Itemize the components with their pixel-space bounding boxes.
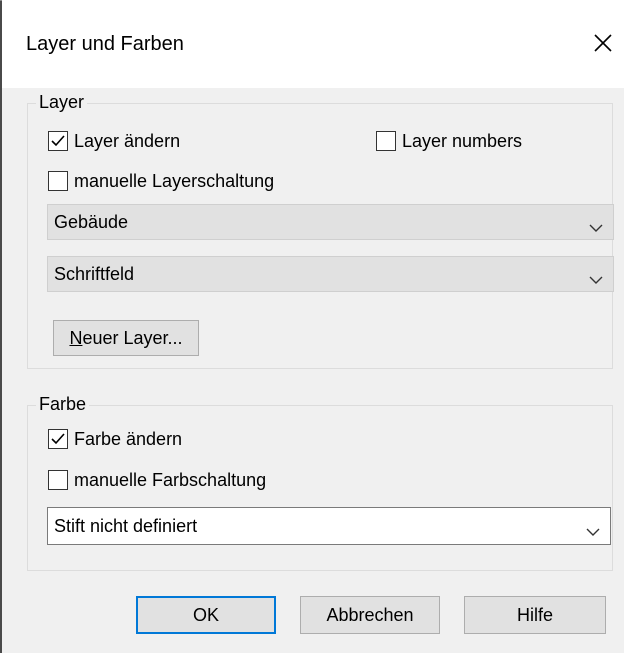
layer-combo-1-value: Gebäude [54,211,129,232]
change-color-checkbox[interactable]: Farbe ändern [48,426,182,452]
manual-layer-switching-label: manuelle Layerschaltung [74,170,275,191]
manual-color-switching-label: manuelle Farbschaltung [74,469,267,490]
chevron-down-icon [589,217,603,238]
close-icon[interactable] [586,26,620,60]
color-pen-combo-value: Stift nicht definiert [54,515,198,536]
chevron-down-icon [589,269,603,290]
new-layer-button[interactable]: Neuer Layer... [53,320,199,356]
cancel-button[interactable]: Abbrechen [300,596,440,634]
checkbox-box [48,429,68,449]
checkbox-box [376,131,396,151]
ok-button[interactable]: OK [136,596,276,634]
checkbox-box [48,171,68,191]
layer-numbers-checkbox[interactable]: Layer numbers [376,128,522,154]
layer-group-label: Layer [36,92,88,113]
new-layer-mnemonic: N [69,327,83,348]
dialog-title: Layer und Farben [26,33,184,55]
layer-color-dialog: Layer und Farben Layer Layer ändern Laye… [2,0,624,653]
help-button-label: Hilfe [516,604,553,625]
change-layer-label: Layer ändern [74,130,181,151]
change-color-label: Farbe ändern [74,428,183,449]
manual-color-switching-checkbox[interactable]: manuelle Farbschaltung [48,467,266,493]
manual-layer-switching-checkbox[interactable]: manuelle Layerschaltung [48,168,274,194]
color-pen-combo[interactable]: Stift nicht definiert [47,507,611,545]
layer-combo-1[interactable]: Gebäude [47,204,614,240]
layer-combo-2[interactable]: Schriftfeld [47,256,614,292]
ok-button-label: OK [192,604,219,625]
layer-numbers-label: Layer numbers [402,130,523,151]
chevron-down-icon [586,521,600,542]
change-layer-checkbox[interactable]: Layer ändern [48,128,180,154]
color-group-label: Farbe [36,394,90,415]
new-layer-label-rest: euer Layer... [82,327,183,348]
help-button[interactable]: Hilfe [464,596,606,634]
checkbox-box [48,131,68,151]
checkbox-box [48,470,68,490]
cancel-button-label: Abbrechen [326,604,414,625]
title-bar: Layer und Farben [2,0,624,88]
layer-combo-2-value: Schriftfeld [54,263,135,284]
